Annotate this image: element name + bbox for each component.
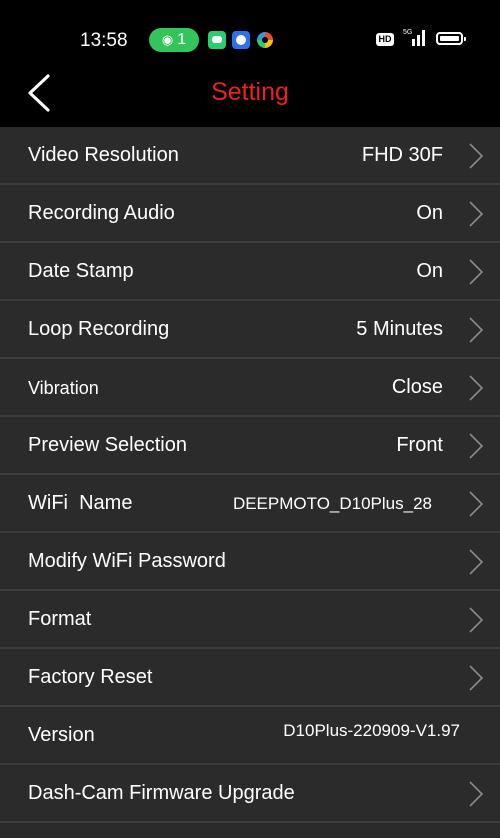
setting-label: Modify WiFi Password	[28, 550, 226, 572]
header: Setting	[0, 60, 500, 127]
setting-video-resolution[interactable]: Video Resolution FHD 30F	[0, 127, 500, 185]
chevron-right-icon	[469, 317, 484, 343]
setting-date-stamp[interactable]: Date Stamp On	[0, 243, 500, 301]
setting-label: Video Resolution	[28, 144, 179, 166]
setting-label: Date Stamp	[28, 260, 134, 282]
chevron-right-icon	[469, 143, 484, 169]
message-app-icon	[208, 31, 226, 49]
setting-factory-reset[interactable]: Factory Reset	[0, 649, 500, 707]
settings-list: Video Resolution FHD 30F Recording Audio…	[0, 127, 500, 823]
version-value: D10Plus-220909-V1.97	[283, 721, 460, 740]
setting-label: Recording Audio	[28, 202, 175, 224]
hd-icon: HD	[376, 33, 394, 46]
status-time: 13:58	[80, 30, 128, 51]
setting-label: Preview Selection	[28, 434, 187, 456]
chevron-right-icon	[469, 375, 484, 401]
chevron-right-icon	[469, 781, 484, 807]
setting-format[interactable]: Format	[0, 591, 500, 649]
setting-preview-selection[interactable]: Preview Selection Front	[0, 417, 500, 475]
battery-icon	[436, 32, 466, 45]
setting-label: Factory Reset	[28, 666, 153, 688]
setting-label: Dash-Cam Firmware Upgrade	[28, 782, 295, 804]
setting-version: Version D10Plus-220909-V1.97	[0, 707, 500, 765]
chevron-right-icon	[469, 433, 484, 459]
setting-label: Loop Recording	[28, 318, 170, 340]
wifi-hotspot-badge: ◉ 1	[149, 28, 199, 52]
chevron-right-icon	[469, 607, 484, 633]
status-bar: 13:58 ◉ 1 HD 5G	[0, 0, 500, 60]
setting-value: Close	[391, 376, 443, 398]
chevron-right-icon	[469, 259, 484, 285]
signal-icon: 5G	[403, 29, 425, 46]
color-app-icon	[257, 32, 273, 48]
setting-label: Vibration	[28, 378, 99, 398]
setting-vibration[interactable]: Vibration Close	[0, 359, 500, 417]
setting-label: Version	[28, 724, 95, 746]
setting-wifi-name[interactable]: WiFi Name DEEPMOTO_D10Plus_28	[0, 475, 500, 533]
wifi-badge-count: 1	[177, 31, 187, 48]
setting-recording-audio[interactable]: Recording Audio On	[0, 185, 500, 243]
setting-value: FHD 30F	[361, 144, 443, 166]
setting-value: 5 Minutes	[356, 318, 443, 340]
chevron-right-icon	[469, 549, 484, 575]
app-notification-icon	[232, 31, 250, 49]
setting-label: WiFi Name	[28, 492, 133, 514]
setting-value: DEEPMOTO_D10Plus_28	[232, 494, 432, 513]
setting-value: On	[416, 260, 443, 282]
network-type-label: 5G	[403, 29, 412, 36]
chevron-right-icon	[469, 665, 484, 691]
chevron-right-icon	[469, 201, 484, 227]
setting-loop-recording[interactable]: Loop Recording 5 Minutes	[0, 301, 500, 359]
setting-value: On	[416, 202, 443, 224]
setting-label: Format	[28, 608, 92, 630]
setting-value: Front	[396, 434, 443, 456]
page-title: Setting	[211, 78, 289, 106]
chevron-right-icon	[469, 491, 484, 517]
setting-modify-wifi-password[interactable]: Modify WiFi Password	[0, 533, 500, 591]
wifi-icon: ◉	[161, 32, 174, 47]
setting-firmware-upgrade[interactable]: Dash-Cam Firmware Upgrade	[0, 765, 500, 823]
